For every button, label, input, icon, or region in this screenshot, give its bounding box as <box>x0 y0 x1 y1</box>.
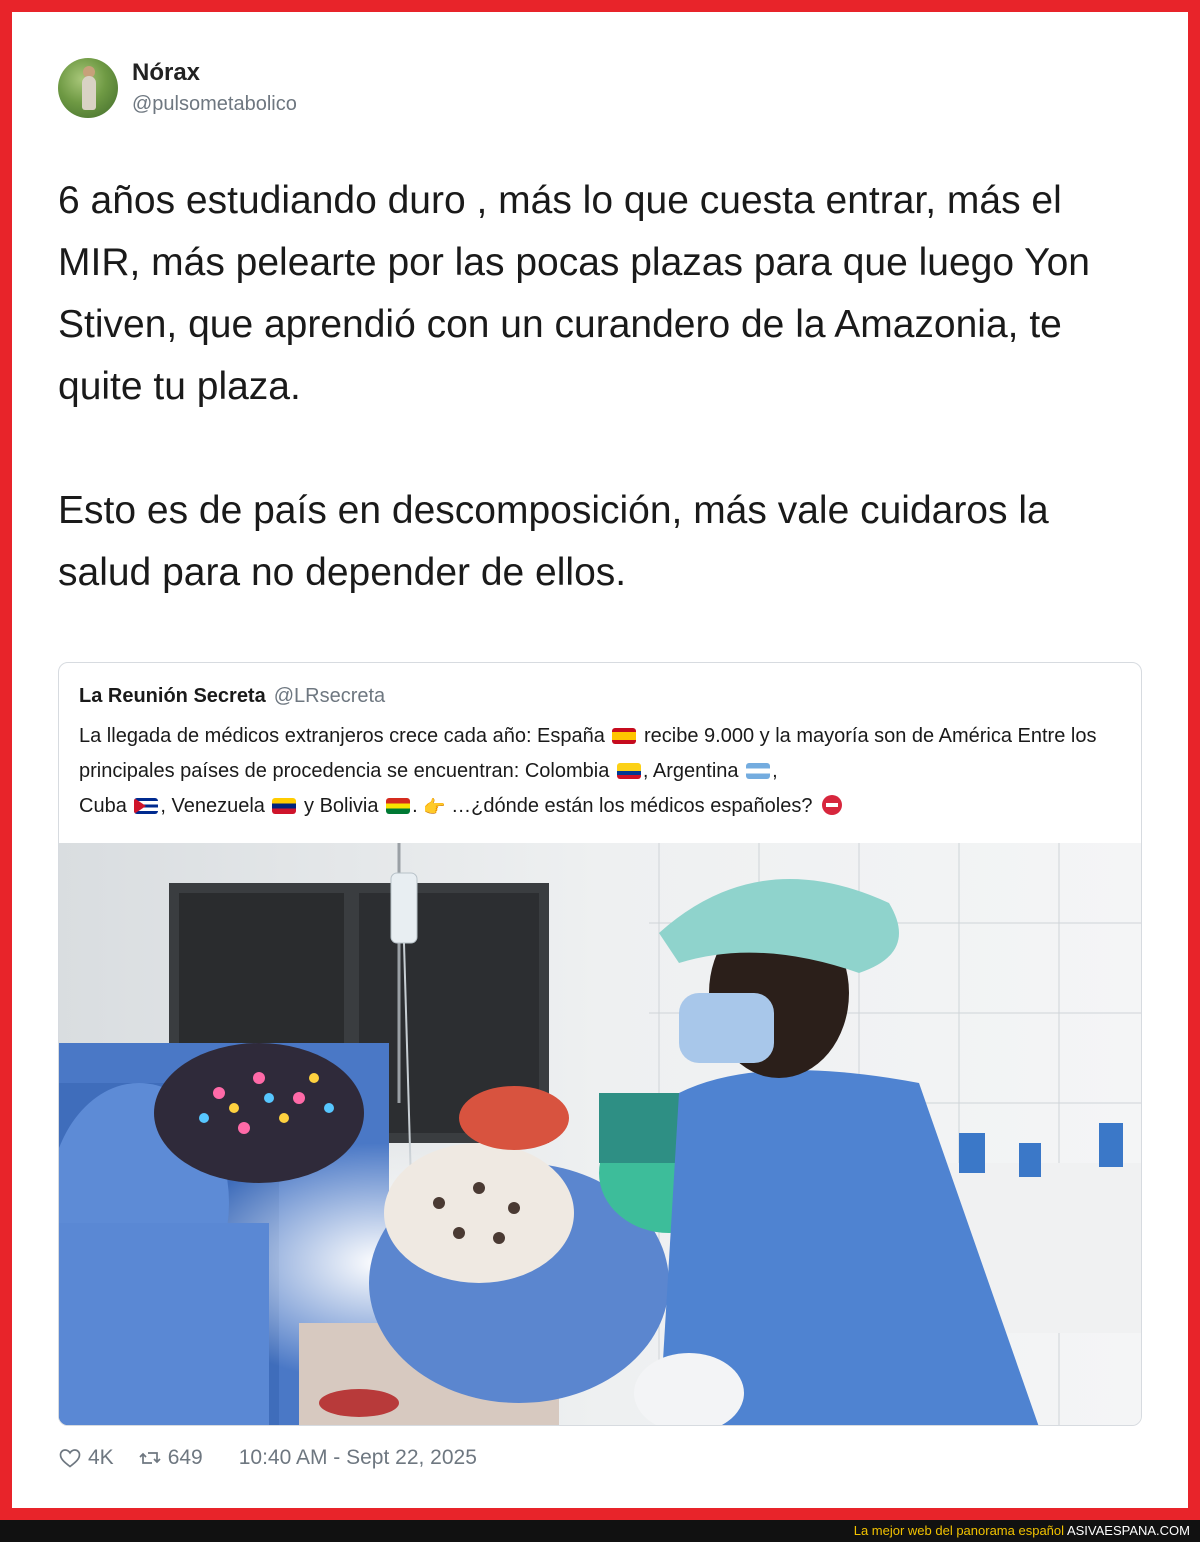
quoted-tweet[interactable]: La Reunión Secreta @LRsecreta La llegada… <box>58 662 1142 1426</box>
tweet-meta: 4K 649 10:40 AM - Sept 22, 2025 <box>58 1446 477 1470</box>
bolivia-flag-icon <box>386 798 411 814</box>
quoted-tweet-photo[interactable] <box>59 843 1141 1425</box>
quote-text-part: . <box>412 795 418 817</box>
avatar-figure <box>82 76 96 110</box>
no-entry-icon <box>822 795 843 815</box>
heart-outline-icon <box>59 1449 81 1468</box>
avatar[interactable] <box>58 58 118 118</box>
quote-text-part: , <box>772 760 778 782</box>
footer-brand[interactable]: ASIVAESPANA.COM <box>1067 1523 1190 1538</box>
author-handle[interactable]: @pulsometabolico <box>132 91 297 117</box>
author-display-name[interactable]: Nórax <box>132 59 297 87</box>
like-button[interactable]: 4K <box>58 1446 114 1470</box>
quote-text-part: …¿dónde están los médicos españoles? <box>445 795 813 817</box>
cuba-flag-icon <box>134 798 159 814</box>
argentina-flag-icon <box>746 763 771 779</box>
quote-text-part: y Bolivia <box>298 795 379 817</box>
tweet-paragraph-2: Esto es de país en descomposición, más v… <box>58 489 1049 594</box>
quoted-author-handle[interactable]: @LRsecreta <box>274 685 385 708</box>
tweet-card: Nórax @pulsometabolico 6 años estudiando… <box>12 12 1188 1508</box>
footer-tagline: La mejor web del panorama español <box>853 1523 1065 1538</box>
venezuela-flag-icon <box>272 798 297 814</box>
operating-room-photo <box>59 843 1141 1425</box>
tweet-paragraph-1: 6 años estudiando duro , más lo que cues… <box>58 179 1090 408</box>
retweet-count: 649 <box>167 1446 203 1469</box>
quote-text-part: , Venezuela <box>160 795 265 817</box>
colombia-flag-icon <box>616 763 641 779</box>
quoted-author-name[interactable]: La Reunión Secreta <box>79 685 266 708</box>
quote-text-part: Cuba <box>79 795 127 817</box>
quote-text-part: La llegada de médicos extranjeros crece … <box>79 725 605 747</box>
retweet-icon <box>139 1452 161 1464</box>
spain-flag-icon <box>612 728 637 744</box>
quoted-tweet-text: La llegada de médicos extranjeros crece … <box>79 719 1129 825</box>
tweet-timestamp[interactable]: 10:40 AM - Sept 22, 2025 <box>239 1446 477 1470</box>
like-count: 4K <box>88 1446 114 1469</box>
pointing-hand-icon: 👉 <box>423 797 446 817</box>
quoted-tweet-author: La Reunión Secreta @LRsecreta <box>79 685 385 708</box>
site-footer-bar: La mejor web del panorama español ASIVAE… <box>0 1520 1200 1542</box>
tweet-author[interactable]: Nórax @pulsometabolico <box>58 58 297 118</box>
author-names: Nórax @pulsometabolico <box>132 59 297 117</box>
retweet-button[interactable]: 649 <box>138 1446 203 1470</box>
quote-text-part: , Argentina <box>642 760 739 782</box>
tweet-body: 6 años estudiando duro , más lo que cues… <box>58 170 1148 604</box>
